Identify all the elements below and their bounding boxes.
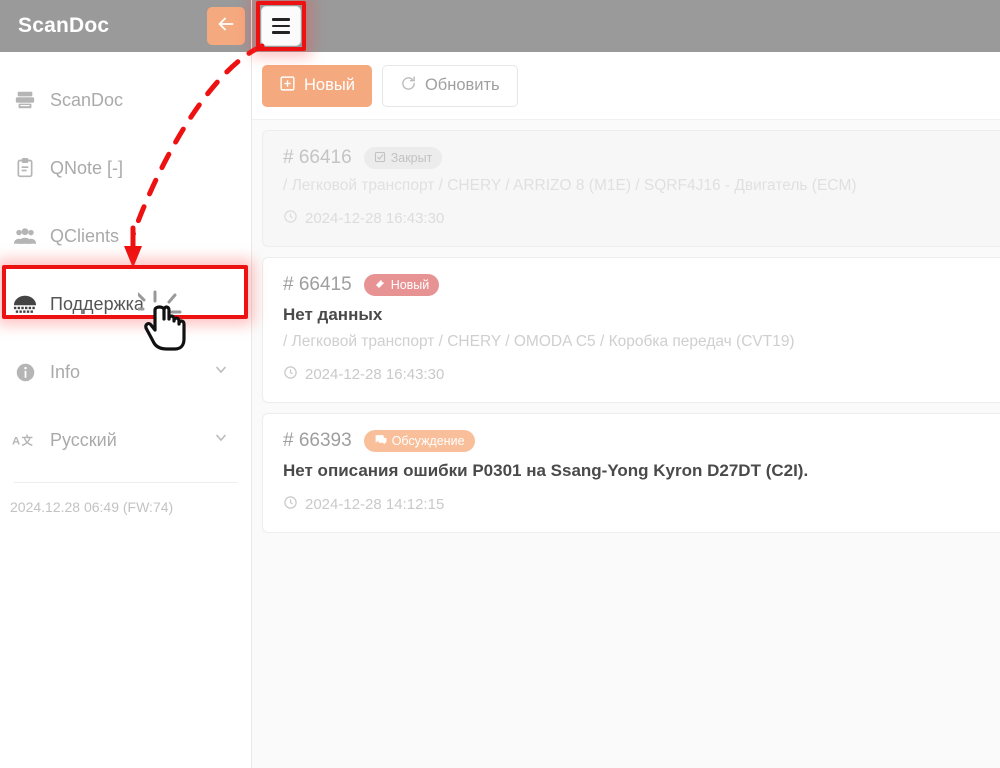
comment-icon	[374, 433, 387, 449]
sidebar-item-language[interactable]: A 文 Русский	[0, 406, 251, 474]
ticket-date: 2024-12-28 14:12:15	[283, 495, 1000, 514]
chevron-down-icon	[213, 430, 229, 451]
refresh-label: Обновить	[424, 76, 500, 94]
ticket-card[interactable]: # 66415 Новый Нет данных / Легковой тран…	[262, 257, 1000, 403]
status-badge-label: Новый	[390, 278, 430, 292]
ticket-header-row: # 66393 Обсуждение	[283, 430, 1000, 452]
sidebar-item-label: QClients	[50, 225, 120, 246]
tickets-toolbar: Новый Обновить	[252, 52, 1000, 120]
svg-text:A: A	[12, 435, 20, 447]
ticket-date-text: 2024-12-28 16:43:30	[305, 210, 445, 227]
sidebar-footer-timestamp: 2024.12.28 06:49 (FW:74)	[10, 499, 174, 515]
ticket-title: Нет данных	[283, 305, 383, 324]
sidebar-item-support[interactable]: Поддержка	[0, 270, 251, 338]
hamburger-icon	[272, 16, 290, 36]
plus-square-icon	[279, 75, 296, 97]
sidebar: ScanDoc ScanDoc QNote [-] QClients Подде…	[0, 0, 252, 768]
svg-text:文: 文	[22, 433, 34, 447]
new-ticket-button[interactable]: Новый	[262, 64, 372, 107]
status-badge: Обсуждение	[363, 430, 475, 452]
main-content: Новый Обновить # 66416 Закрыт / Легковой…	[252, 52, 1000, 768]
ticket-id: # 66416	[283, 147, 352, 168]
language-icon: A 文	[10, 428, 40, 452]
ticket-card[interactable]: # 66393 Обсуждение Нет описания ошибки P…	[262, 413, 1000, 533]
tickets-list: # 66416 Закрыт / Легковой транспорт / CH…	[252, 120, 1000, 533]
ticket-date-text: 2024-12-28 16:43:30	[305, 366, 445, 383]
ticket-card[interactable]: # 66416 Закрыт / Легковой транспорт / CH…	[262, 130, 1000, 247]
top-header-bar	[252, 0, 1000, 52]
sidebar-item-label: QNote [-]	[50, 157, 124, 178]
scanner-icon	[10, 88, 40, 112]
info-icon	[10, 360, 40, 384]
sidebar-item-qclients[interactable]: QClients	[0, 202, 251, 270]
chevron-down-icon	[213, 362, 229, 383]
clock-icon	[283, 495, 298, 514]
hamburger-menu-button[interactable]	[261, 6, 301, 46]
ticket-id: # 66393	[283, 430, 352, 451]
ticket-header-row: # 66415 Новый	[283, 274, 1000, 296]
back-button[interactable]	[207, 7, 245, 45]
clock-icon	[283, 365, 298, 384]
checkbox-icon	[374, 151, 386, 166]
users-icon	[10, 224, 40, 248]
ticket-path: / Легковой транспорт / CHERY / ARRIZO 8 …	[283, 177, 857, 194]
support-icon	[10, 292, 40, 316]
ticket-path: / Легковой транспорт / CHERY / OMODA C5 …	[283, 333, 795, 350]
new-ticket-label: Новый	[304, 76, 355, 94]
ticket-date: 2024-12-28 16:43:30	[283, 365, 1000, 384]
sidebar-item-scandoc[interactable]: ScanDoc	[0, 66, 251, 134]
ticket-header-row: # 66416 Закрыт	[283, 147, 1000, 169]
sidebar-item-label: Info	[50, 361, 81, 382]
clock-icon	[283, 209, 298, 228]
sidebar-item-label: Поддержка	[50, 293, 144, 314]
sidebar-item-qnote[interactable]: QNote [-]	[0, 134, 251, 202]
sidebar-nav: ScanDoc QNote [-] QClients Поддержка Inf…	[0, 52, 251, 515]
ticket-id: # 66415	[283, 274, 352, 295]
arrow-left-icon	[215, 13, 237, 40]
ticket-date-text: 2024-12-28 14:12:15	[305, 496, 445, 513]
sidebar-item-label: ScanDoc	[50, 89, 124, 110]
refresh-button[interactable]: Обновить	[381, 64, 518, 107]
tag-icon	[374, 278, 386, 293]
app-root: ScanDoc ScanDoc QNote [-] QClients Подде…	[0, 0, 1000, 768]
app-brand-title: ScanDoc	[18, 14, 110, 37]
ticket-title: Нет описания ошибки P0301 на Ssang-Yong …	[283, 461, 809, 480]
clipboard-icon	[10, 156, 40, 180]
status-badge-label: Обсуждение	[391, 434, 465, 448]
refresh-icon	[400, 75, 417, 97]
sidebar-item-info[interactable]: Info	[0, 338, 251, 406]
status-badge: Новый	[363, 274, 440, 296]
ticket-date: 2024-12-28 16:43:30	[283, 209, 1000, 228]
status-badge: Закрыт	[363, 147, 443, 169]
sidebar-item-label: Русский	[50, 429, 117, 450]
status-badge-label: Закрыт	[390, 151, 433, 165]
